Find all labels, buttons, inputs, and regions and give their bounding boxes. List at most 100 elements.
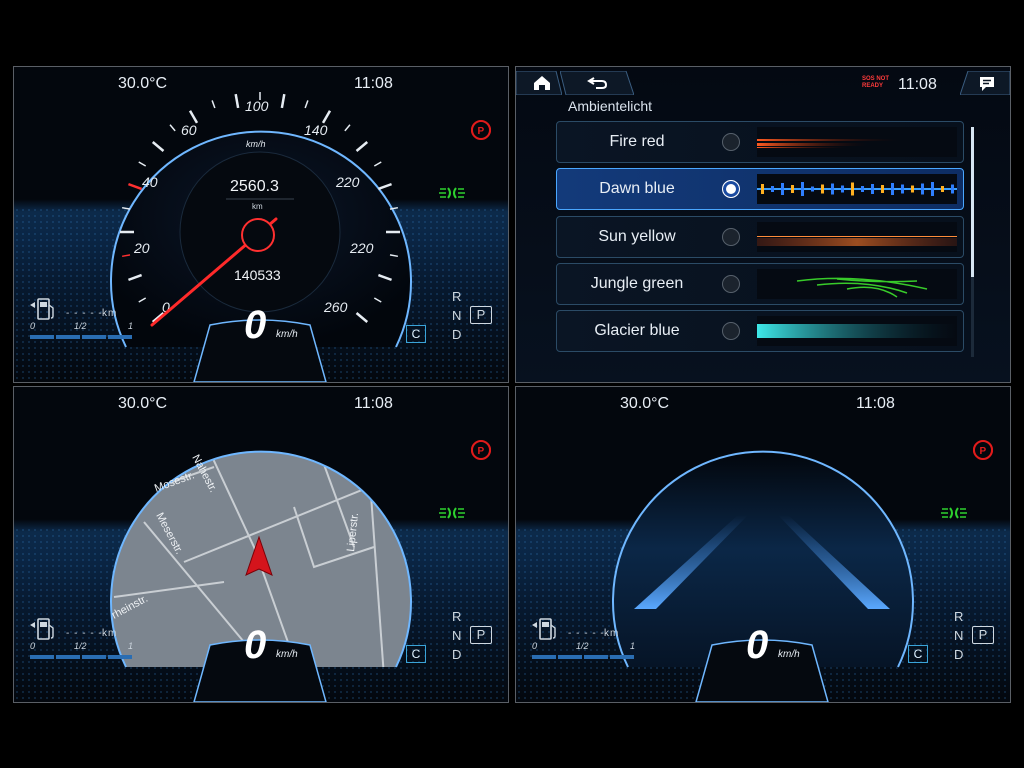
scale-label-20: 20	[133, 240, 150, 256]
clock: 11:08	[354, 75, 393, 92]
color-option-fire-red[interactable]: Fire red	[556, 121, 964, 163]
fuel-level-bar	[30, 655, 132, 659]
outside-temperature: 30.0°C	[118, 75, 168, 92]
fuel-gauge: - - - - - km 0 1/2 1	[532, 617, 642, 663]
gauge-tick	[377, 182, 392, 191]
speedometer-panel: 100 60 140 40 220 20 220 0 260 km/h 2560…	[13, 66, 509, 383]
gear-selector: R N P D	[954, 609, 994, 669]
gauge-tick	[151, 141, 165, 152]
preview-bar	[921, 183, 924, 195]
gauge-tick	[128, 182, 143, 191]
preview-bar	[771, 186, 774, 192]
parking-brake-icon: P	[972, 440, 994, 460]
scale-label-60: 60	[181, 122, 197, 138]
scrollbar[interactable]	[971, 127, 974, 357]
gauge-tick	[280, 93, 286, 109]
color-option-label: Sun yellow	[598, 228, 676, 245]
fuel-range: - - - - -	[66, 628, 103, 639]
fuel-scale-empty: 0	[30, 321, 36, 331]
color-option-jungle-green[interactable]: Jungle green	[556, 263, 964, 305]
radio-button[interactable]	[722, 275, 740, 293]
sos-status: SOS NOT READY	[862, 76, 890, 89]
parking-light-icon	[439, 507, 465, 519]
gauge-tick	[121, 206, 131, 210]
radio-button[interactable]	[722, 133, 740, 151]
fuel-scale-half: 1/2	[576, 641, 589, 651]
gauge-tick	[355, 141, 369, 152]
svg-text:P: P	[478, 126, 485, 137]
back-button[interactable]	[560, 71, 634, 95]
needle-hub	[241, 218, 275, 252]
gear-n: N	[452, 628, 462, 643]
current-speed: 0	[244, 623, 267, 667]
preview-bar	[941, 186, 944, 192]
svg-text:P: P	[980, 446, 987, 457]
color-preview	[757, 316, 957, 346]
gear-d: D	[954, 647, 964, 662]
preview-bar	[841, 185, 844, 193]
radio-button[interactable]	[722, 322, 740, 340]
gauge-tick	[373, 161, 382, 167]
color-option-label: Glacier blue	[594, 322, 680, 339]
preview-bar	[931, 182, 934, 196]
scale-label-100: 100	[245, 98, 269, 114]
parking-light-icon	[439, 187, 465, 199]
fuel-range: - - - - -	[568, 628, 605, 639]
gear-r: R	[452, 609, 462, 624]
messages-button[interactable]	[960, 71, 1010, 95]
parking-brake-icon: P	[470, 120, 492, 140]
gear-r: R	[452, 289, 462, 304]
scale-label-260: 260	[323, 299, 348, 315]
preview-bar	[911, 185, 914, 193]
section-title: Ambientelicht	[568, 98, 653, 114]
preview-bar	[861, 186, 864, 192]
fuel-scale-full: 1	[128, 321, 134, 331]
outside-temperature: 30.0°C	[620, 395, 670, 412]
outside-temperature: 30.0°C	[118, 395, 168, 412]
preview-bar	[811, 186, 814, 192]
gear-r: R	[954, 609, 964, 624]
gear-d: D	[452, 647, 462, 662]
preview-bar	[901, 184, 904, 194]
gear-selector: R N P D	[452, 609, 492, 669]
current-speed-unit: km/h	[276, 329, 298, 340]
preview-bar	[831, 183, 834, 195]
preview-bar	[881, 185, 884, 193]
radio-button[interactable]	[722, 228, 740, 246]
clock: 11:08	[856, 395, 895, 412]
color-preview	[757, 127, 957, 157]
preview-bar	[791, 185, 794, 193]
gauge-tick	[211, 100, 216, 109]
preview-bar	[801, 182, 804, 196]
fuel-pump-icon	[532, 618, 556, 640]
color-option-dawn-blue[interactable]: Dawn blue	[556, 168, 964, 210]
driving-assist-panel: 30.0°C 11:08 P 0 km/h - - - - - km 0 1/2…	[515, 386, 1011, 703]
fuel-pump-icon	[30, 298, 54, 320]
color-option-label: Fire red	[609, 133, 665, 150]
gear-p: P	[470, 306, 492, 324]
color-option-sun-yellow[interactable]: Sun yellow	[556, 216, 964, 258]
scrollbar-thumb[interactable]	[971, 127, 974, 277]
odometer: 140533	[234, 267, 281, 283]
parking-brake-icon: P	[470, 440, 492, 460]
preview-bar	[761, 184, 764, 194]
scale-label-220b: 220	[349, 240, 374, 256]
home-button[interactable]	[516, 71, 562, 95]
preview-bar	[951, 184, 954, 194]
parking-light-icon	[941, 507, 967, 519]
gear-n: N	[954, 628, 964, 643]
fuel-scale-half: 1/2	[74, 641, 87, 651]
fuel-scale-full: 1	[128, 641, 134, 651]
fuel-range-unit: km	[102, 628, 118, 639]
gear-p: P	[972, 626, 994, 644]
scale-label-40: 40	[142, 174, 158, 190]
color-option-glacier-blue[interactable]: Glacier blue	[556, 310, 964, 352]
fuel-pump-icon	[30, 618, 54, 640]
fuel-scale-empty: 0	[532, 641, 538, 651]
svg-text:P: P	[478, 446, 485, 457]
drive-mode-badge: C	[406, 645, 426, 663]
color-option-label: Dawn blue	[599, 180, 675, 197]
gear-selector: R N P D	[452, 289, 492, 349]
radio-button-selected[interactable]	[722, 180, 740, 198]
gauge-tick	[234, 93, 240, 109]
